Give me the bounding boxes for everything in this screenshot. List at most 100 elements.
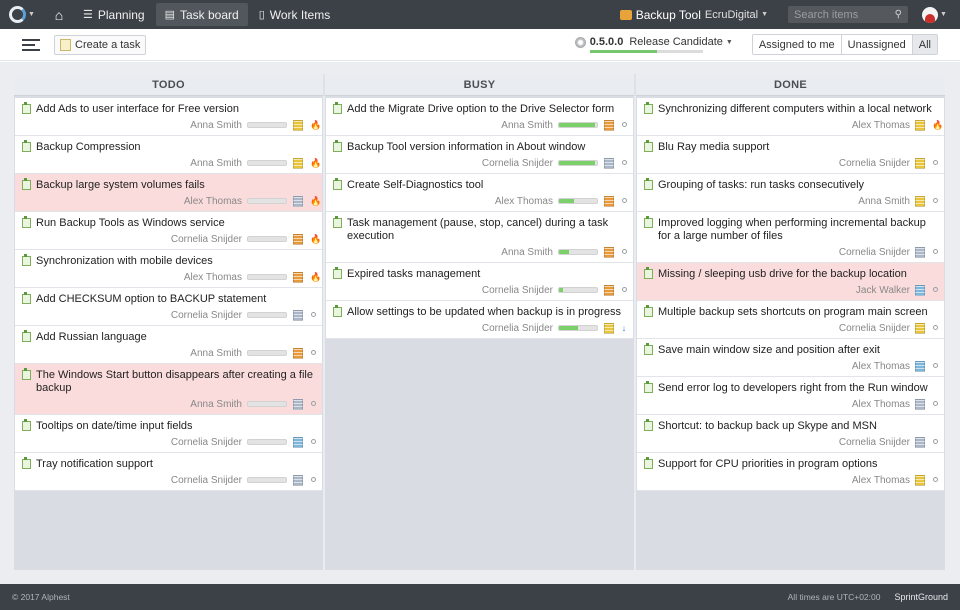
task-assignee[interactable]: Cornelia Snijder [839,158,910,169]
task-title[interactable]: Improved logging when performing increme… [658,217,938,243]
search-input[interactable] [794,8,895,21]
priority-normal-icon[interactable] [310,437,316,447]
project-selector[interactable]: Backup Tool EcruDigital ▼ [619,8,768,22]
task-type-icon[interactable] [293,271,303,283]
task-card[interactable]: Add Ads to user interface for Free versi… [15,98,322,136]
filter-unassigned[interactable]: Unassigned [841,35,913,54]
task-title[interactable]: Shortcut: to backup back up Skype and MS… [658,420,877,433]
task-assignee[interactable]: Cornelia Snijder [171,475,242,486]
task-title[interactable]: Send error log to developers right from … [658,382,928,395]
task-title[interactable]: Run Backup Tools as Windows service [36,217,225,230]
release-selector[interactable]: 0.5.0.0 Release Candidate ▼ [574,36,733,53]
task-assignee[interactable]: Anna Smith [501,247,553,258]
task-card[interactable]: Multiple backup sets shortcuts on progra… [637,301,944,339]
task-assignee[interactable]: Cornelia Snijder [839,437,910,448]
sidebar-toggle-icon[interactable] [22,38,40,51]
task-type-icon[interactable] [915,157,925,169]
task-card[interactable]: Allow settings to be updated when backup… [326,301,633,339]
task-card[interactable]: Send error log to developers right from … [637,377,944,415]
priority-normal-icon[interactable] [621,247,627,257]
brand-link[interactable]: SprintGround [894,592,948,602]
task-type-icon[interactable] [293,436,303,448]
priority-high-icon[interactable]: 🔥 [932,120,943,131]
priority-normal-icon[interactable] [932,196,938,206]
task-type-icon[interactable] [293,347,303,359]
app-logo-menu[interactable]: ▼ [0,0,44,29]
priority-high-icon[interactable]: 🔥 [310,120,321,131]
task-card[interactable]: Synchronizing different computers within… [637,98,944,136]
priority-normal-icon[interactable] [310,475,316,485]
priority-high-icon[interactable]: 🔥 [310,196,321,207]
task-title[interactable]: Backup Compression [36,141,141,154]
task-title[interactable]: Synchronizing different computers within… [658,103,932,116]
task-card[interactable]: Task management (pause, stop, cancel) du… [326,212,633,263]
task-title[interactable]: Expired tasks management [347,268,480,281]
task-type-icon[interactable] [915,398,925,410]
priority-high-icon[interactable]: 🔥 [310,272,321,283]
task-type-icon[interactable] [604,195,614,207]
task-assignee[interactable]: Alex Thomas [852,361,910,372]
task-assignee[interactable]: Anna Smith [190,399,242,410]
task-type-icon[interactable] [915,195,925,207]
task-assignee[interactable]: Cornelia Snijder [839,247,910,258]
priority-normal-icon[interactable] [310,399,316,409]
task-assignee[interactable]: Cornelia Snijder [482,158,553,169]
task-title[interactable]: The Windows Start button disappears afte… [36,369,316,395]
priority-normal-icon[interactable] [932,475,938,485]
filter-assigned-to-me[interactable]: Assigned to me [752,35,842,54]
task-card[interactable]: Support for CPU priorities in program op… [637,453,944,491]
task-title[interactable]: Tooltips on date/time input fields [36,420,193,433]
task-type-icon[interactable] [915,474,925,486]
task-type-icon[interactable] [604,284,614,296]
user-menu[interactable]: ▼ [922,6,952,23]
priority-normal-icon[interactable] [932,158,938,168]
task-card[interactable]: Shortcut: to backup back up Skype and MS… [637,415,944,453]
task-type-icon[interactable] [915,246,925,258]
priority-normal-icon[interactable] [310,310,316,320]
task-card[interactable]: Tray notification support Cornelia Snijde… [15,453,322,491]
task-type-icon[interactable] [293,309,303,321]
task-assignee[interactable]: Alex Thomas [184,196,242,207]
priority-normal-icon[interactable] [932,361,938,371]
task-assignee[interactable]: Alex Thomas [184,272,242,283]
tab-task-board[interactable]: ▤ Task board [155,3,248,26]
task-title[interactable]: Add the Migrate Drive option to the Driv… [347,103,614,116]
priority-normal-icon[interactable] [621,120,627,130]
task-title[interactable]: Synchronization with mobile devices [36,255,213,268]
task-assignee[interactable]: Cornelia Snijder [482,323,553,334]
task-assignee[interactable]: Cornelia Snijder [839,323,910,334]
priority-normal-icon[interactable] [932,437,938,447]
task-assignee[interactable]: Anna Smith [190,120,242,131]
tab-planning[interactable]: ☰ Planning [74,3,154,26]
priority-high-icon[interactable]: 🔥 [310,234,321,245]
task-type-icon[interactable] [293,398,303,410]
task-title[interactable]: Tray notification support [36,458,153,471]
task-assignee[interactable]: Cornelia Snijder [171,310,242,321]
search-icon[interactable]: ⚲ [895,9,902,20]
task-card[interactable]: Add CHECKSUM option to BACKUP statement C… [15,288,322,326]
task-assignee[interactable]: Anna Smith [858,196,910,207]
task-type-icon[interactable] [293,233,303,245]
task-title[interactable]: Backup Tool version information in About… [347,141,585,154]
task-assignee[interactable]: Cornelia Snijder [171,437,242,448]
task-assignee[interactable]: Alex Thomas [495,196,553,207]
task-type-icon[interactable] [293,195,303,207]
task-type-icon[interactable] [915,119,925,131]
task-type-icon[interactable] [915,284,925,296]
task-assignee[interactable]: Alex Thomas [852,120,910,131]
task-type-icon[interactable] [915,360,925,372]
task-assignee[interactable]: Anna Smith [501,120,553,131]
create-task-button[interactable]: Create a task [54,34,147,55]
priority-high-icon[interactable]: 🔥 [310,158,321,169]
task-type-icon[interactable] [604,322,614,334]
task-assignee[interactable]: Alex Thomas [852,399,910,410]
task-title[interactable]: Grouping of tasks: run tasks consecutive… [658,179,864,192]
priority-normal-icon[interactable] [932,285,938,295]
task-card[interactable]: Tooltips on date/time input fields Cornel… [15,415,322,453]
task-card[interactable]: Synchronization with mobile devices Alex … [15,250,322,288]
task-card[interactable]: Run Backup Tools as Windows service Corne… [15,212,322,250]
priority-normal-icon[interactable] [932,247,938,257]
task-title[interactable]: Backup large system volumes fails [36,179,205,192]
task-title[interactable]: Missing / sleeping usb drive for the bac… [658,268,907,281]
task-card[interactable]: Backup Tool version information in About… [326,136,633,174]
